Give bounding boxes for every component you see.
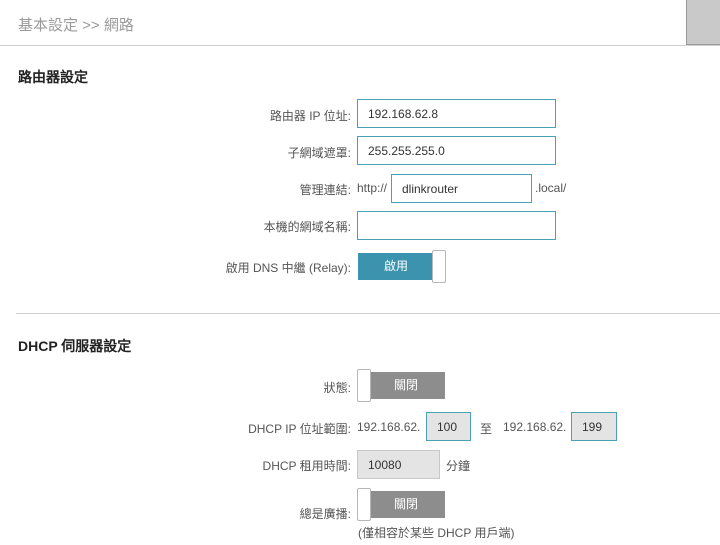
router-ip-label: 路由器 IP 位址: — [269, 109, 351, 123]
management-link-prefix: http:// — [357, 181, 388, 195]
always-broadcast-note: (僅相容於某些 DHCP 用戶端) — [358, 526, 515, 540]
always-broadcast-state: 關閉 — [367, 491, 445, 518]
dhcp-range-label: DHCP IP 位址範圍: — [248, 422, 351, 436]
dhcp-range-to-label: 至 — [480, 422, 493, 436]
dhcp-range-end-input[interactable] — [571, 412, 617, 441]
dhcp-range-prefix-end: 192.168.62. — [503, 420, 567, 434]
local-domain-label: 本機的網域名稱: — [263, 220, 351, 234]
management-link-suffix: .local/ — [535, 181, 567, 195]
router-settings-title: 路由器設定 — [18, 69, 88, 85]
toggle-knob — [357, 488, 371, 521]
management-link-input[interactable] — [391, 174, 532, 203]
dns-relay-label: 啟用 DNS 中繼 (Relay): — [225, 261, 351, 275]
dhcp-status-toggle[interactable]: 關閉 — [357, 369, 447, 402]
dhcp-settings-title: DHCP 伺服器設定 — [18, 338, 132, 354]
dhcp-lease-label: DHCP 租用時間: — [262, 459, 351, 473]
subnet-mask-input[interactable] — [357, 136, 556, 165]
dhcp-lease-input[interactable] — [357, 450, 440, 479]
always-broadcast-toggle[interactable]: 關閉 — [357, 488, 447, 521]
management-link-label: 管理連結: — [299, 183, 351, 197]
always-broadcast-label: 總是廣播: — [299, 507, 351, 521]
dhcp-range-prefix-start: 192.168.62. — [357, 420, 421, 434]
dns-relay-state: 啟用 — [358, 253, 434, 280]
dhcp-status-label: 狀態: — [323, 381, 351, 395]
toggle-knob — [357, 369, 371, 402]
dhcp-lease-unit: 分鐘 — [446, 459, 471, 473]
subnet-mask-label: 子網域遮罩: — [287, 146, 351, 160]
dhcp-range-start-input[interactable] — [426, 412, 471, 441]
top-bar: 基本設定 >> 網路 — [0, 0, 720, 46]
scrollbar-thumb[interactable] — [686, 0, 720, 45]
toggle-knob — [432, 250, 446, 283]
router-ip-input[interactable] — [357, 99, 556, 128]
local-domain-input[interactable] — [357, 211, 556, 240]
section-divider — [16, 313, 720, 314]
breadcrumb: 基本設定 >> 網路 — [18, 17, 134, 34]
dns-relay-toggle[interactable]: 啟用 — [358, 250, 446, 283]
dhcp-status-state: 關閉 — [367, 372, 445, 399]
